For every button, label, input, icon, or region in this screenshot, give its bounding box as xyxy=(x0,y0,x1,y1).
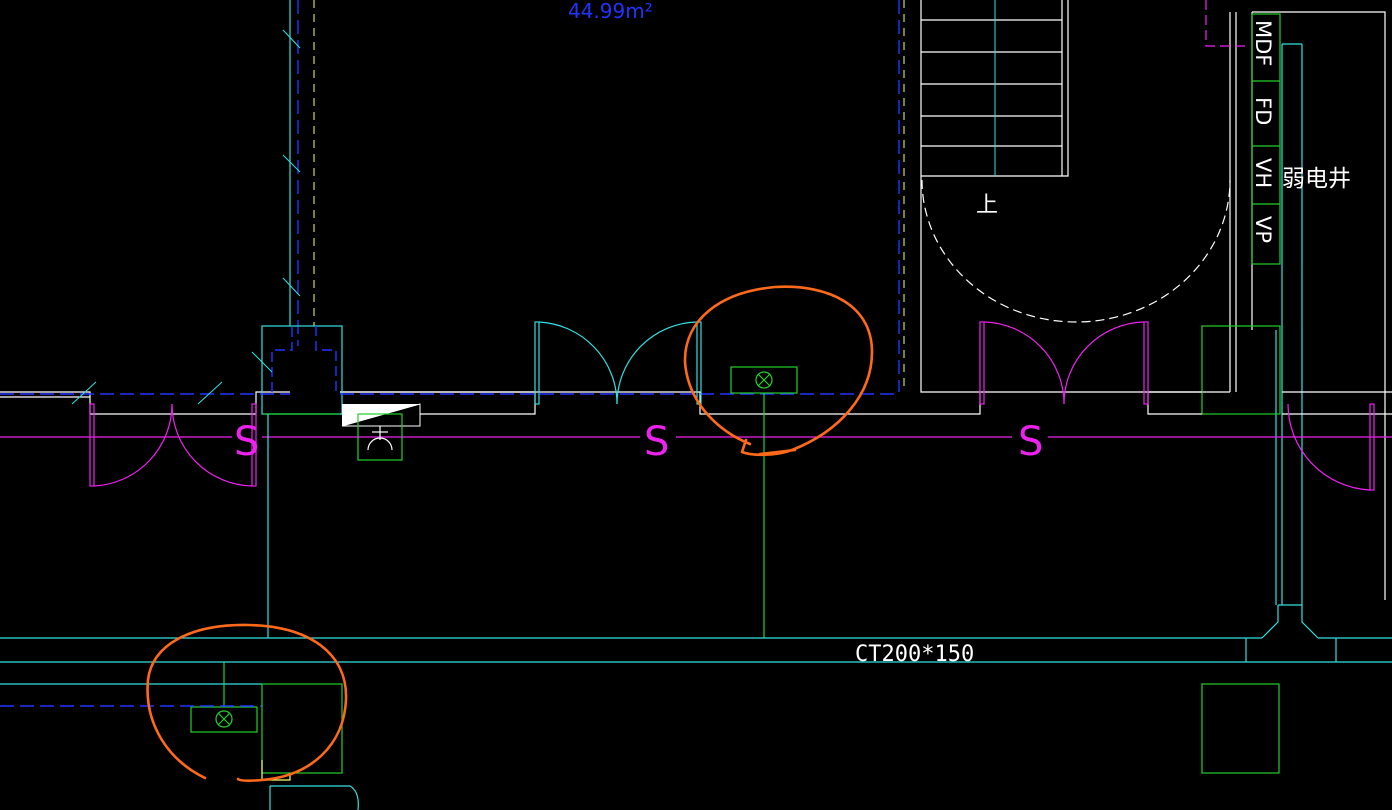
door-tag-s-center: S xyxy=(644,419,669,465)
riser-label-mdf: MDF xyxy=(1251,20,1275,66)
lower-room xyxy=(0,683,359,810)
riser-label-vp: VP xyxy=(1251,216,1275,243)
riser-label-fd: FD xyxy=(1251,97,1275,125)
ceiling-grid-lines xyxy=(0,0,905,405)
door-far-right xyxy=(1287,403,1375,491)
shaft-label: 弱电井 xyxy=(1282,166,1351,192)
room-area-label: 44.99m² xyxy=(568,0,653,23)
upper-wall xyxy=(0,391,1392,415)
cross-circle-light-icon[interactable] xyxy=(730,366,798,394)
cross-circle-light-icon-lower[interactable] xyxy=(190,706,258,733)
staircase xyxy=(920,0,1237,393)
equipment-box xyxy=(1201,683,1280,774)
door-tag-s-left: S xyxy=(234,419,259,465)
cable-tray xyxy=(0,637,1392,663)
cable-tray-label: CT200*150 xyxy=(855,642,974,667)
riser-label-vh: VH xyxy=(1251,158,1275,188)
door-left xyxy=(89,403,257,487)
markup-circle-lower xyxy=(146,623,348,782)
column-partition xyxy=(251,0,343,415)
stair-direction-label: 上 xyxy=(976,193,998,218)
door-tag-s-right: S xyxy=(1018,419,1043,465)
cad-canvas[interactable]: 上 MDF FD VH VP 弱电井 44.99m² S S S CT200*1… xyxy=(0,0,1392,810)
socket-outlet-icon[interactable] xyxy=(341,403,421,461)
markup-circle-upper xyxy=(683,285,874,457)
